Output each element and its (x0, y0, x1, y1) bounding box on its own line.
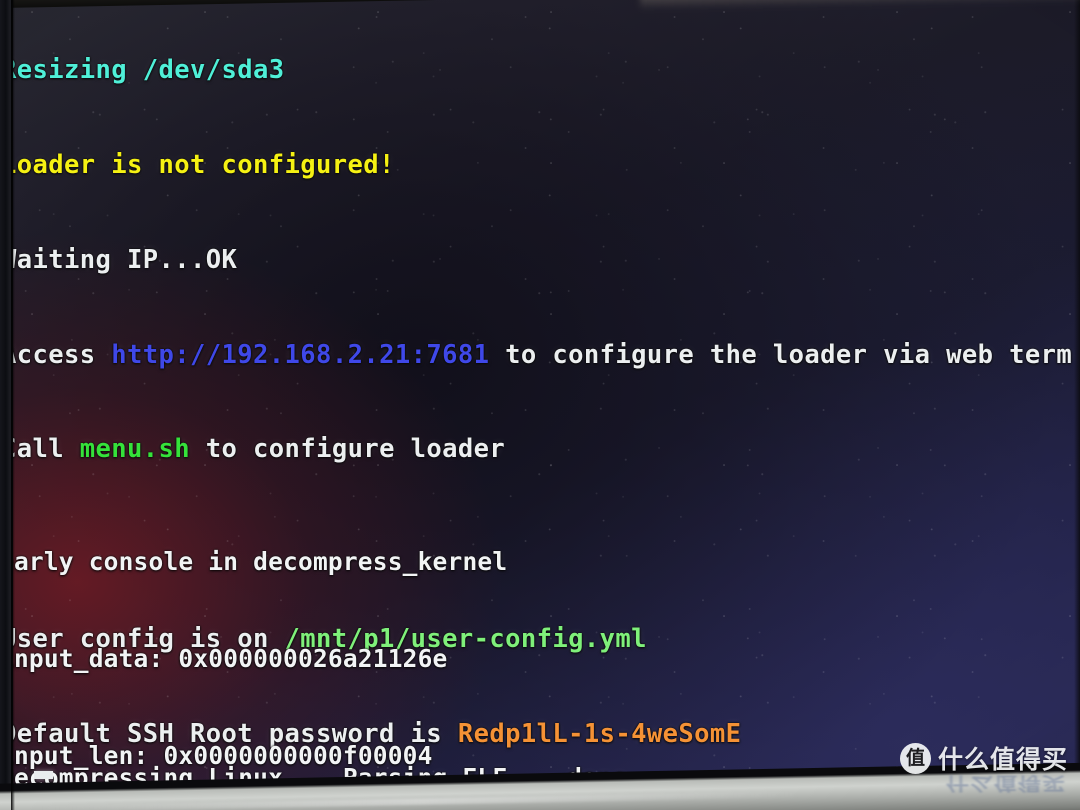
console-line-call-menu: Call menu.sh to configure loader (13, 434, 1072, 466)
terminal-cursor (34, 771, 53, 779)
console-line-loader-warning: Loader is not configured! (13, 150, 1072, 182)
kernel-line-early-console: early console in decompress_kernel (13, 546, 507, 578)
kernel-line-input-data: input_data: 0x000000026a21126e (13, 643, 507, 675)
call-prefix-text: Call (13, 434, 65, 465)
web-terminal-url[interactable]: http://192.168.2.21:7681 (111, 340, 489, 370)
watermark-text: 什么值得买 (937, 745, 1068, 774)
loader-warning-text: Loader is not configured! (13, 149, 395, 180)
watermark-badge-icon: 值 (899, 742, 931, 774)
console-line-resizing: Resizing /dev/sda3 (13, 55, 1072, 87)
waiting-ip-text: Waiting IP...OK (13, 244, 238, 275)
resizing-text: Resizing /dev/sda3 (13, 55, 285, 86)
console-line-access-url: Access http://192.168.2.21:7681 to confi… (13, 340, 1072, 372)
early-console-text: early console in decompress_kernel (13, 547, 508, 577)
monitor-photo: Resizing /dev/sda3 Loader is not configu… (0, 0, 1080, 810)
monitor-bezel-right (1074, 0, 1080, 810)
access-suffix-text: to configure the loader via web term (489, 339, 1073, 370)
screen-surface: Resizing /dev/sda3 Loader is not configu… (13, 0, 1080, 786)
console-line-waiting-ip: Waiting IP...OK (13, 245, 1072, 277)
watermark: 值 什么值得买 (899, 740, 1068, 776)
input-data-label: input_data: (13, 644, 164, 674)
input-data-value: 0x000000026a21126e (178, 644, 448, 674)
menu-script-name: menu.sh (79, 434, 191, 465)
monitor-bezel-left-shadow (11, 0, 15, 810)
access-prefix-text: Access (13, 339, 96, 370)
call-suffix-text: to configure loader (190, 434, 506, 465)
